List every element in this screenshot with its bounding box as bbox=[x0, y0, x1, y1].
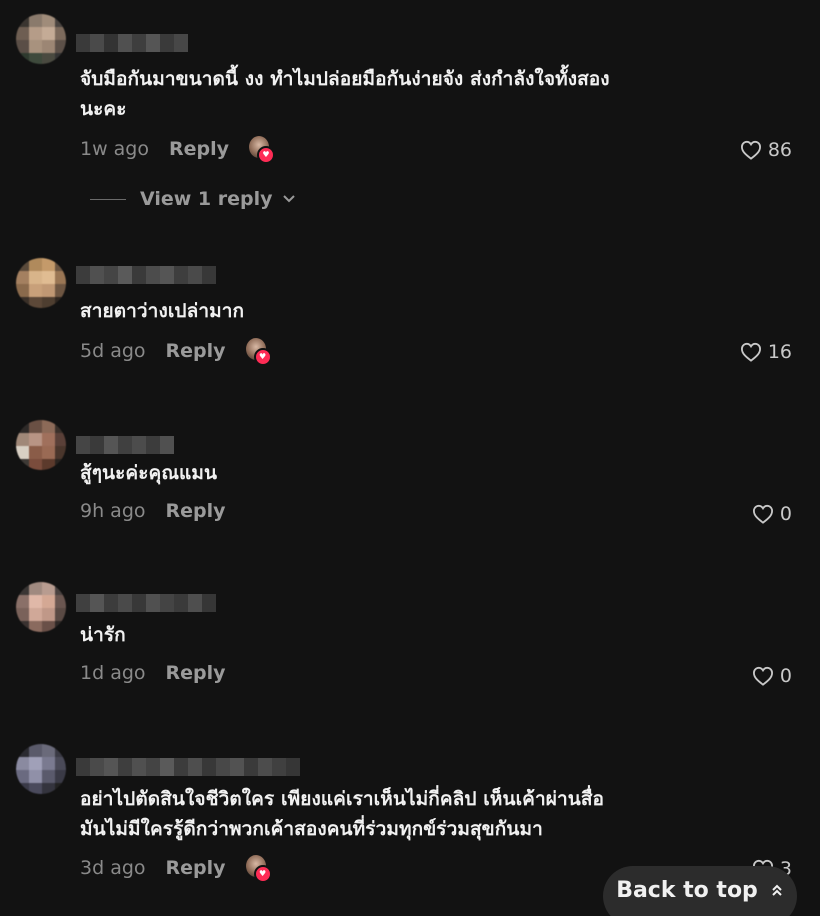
comment-time: 5d ago bbox=[80, 340, 146, 362]
avatar[interactable] bbox=[16, 420, 66, 470]
creator-liked-badge: ♥ bbox=[244, 855, 272, 883]
heart-outline-icon bbox=[740, 342, 761, 362]
username-redacted[interactable] bbox=[76, 34, 188, 52]
username-redacted[interactable] bbox=[76, 266, 216, 284]
username-redacted[interactable] bbox=[76, 594, 216, 612]
avatar[interactable] bbox=[16, 744, 66, 794]
like-count: 86 bbox=[767, 139, 792, 161]
reply-button[interactable]: Reply bbox=[166, 662, 226, 684]
comment-time: 9h ago bbox=[80, 500, 146, 522]
like-button[interactable]: 0 bbox=[752, 503, 792, 525]
avatar[interactable] bbox=[16, 258, 66, 308]
like-count: 0 bbox=[779, 665, 792, 687]
heart-filled-icon: ♥ bbox=[253, 865, 272, 883]
username-redacted[interactable] bbox=[76, 436, 174, 454]
heart-outline-icon bbox=[740, 140, 761, 160]
comment-meta: 3d ago Reply ♥ bbox=[80, 855, 272, 883]
heart-outline-icon bbox=[752, 666, 773, 686]
comment-meta: 1w ago Reply ♥ bbox=[80, 136, 276, 164]
like-count: 16 bbox=[767, 341, 792, 363]
double-chevron-up-icon bbox=[772, 884, 782, 896]
creator-liked-badge: ♥ bbox=[247, 136, 276, 164]
reply-button[interactable]: Reply bbox=[169, 138, 229, 160]
comment-text: สายตาว่างเปล่ามาก bbox=[80, 300, 245, 322]
back-to-top-button[interactable]: Back to top bbox=[603, 866, 797, 916]
comments-panel: จับมือกันมาขนาดนี้ งง ทำไมปล่อยมือกันง่า… bbox=[0, 0, 820, 916]
creator-liked-badge: ♥ bbox=[244, 338, 272, 366]
chevron-down-icon bbox=[282, 195, 295, 203]
comment-meta: 1d ago Reply bbox=[80, 662, 226, 684]
heart-outline-icon bbox=[752, 504, 773, 524]
comment-time: 1w ago bbox=[80, 138, 149, 160]
comment-text: อย่าไปตัดสินใจชีวิตใคร เพียงแค่เราเห็นไม… bbox=[80, 788, 605, 840]
heart-filled-icon: ♥ bbox=[257, 146, 276, 164]
reply-button[interactable]: Reply bbox=[166, 340, 226, 362]
avatar[interactable] bbox=[16, 14, 66, 64]
like-button[interactable]: 0 bbox=[752, 665, 792, 687]
heart-filled-icon: ♥ bbox=[253, 348, 272, 366]
like-button[interactable]: 16 bbox=[740, 341, 792, 363]
comment-meta: 9h ago Reply bbox=[80, 500, 226, 522]
view-replies-label: View 1 reply bbox=[140, 188, 273, 210]
divider-line bbox=[90, 198, 126, 200]
avatar[interactable] bbox=[16, 582, 66, 632]
like-count: 0 bbox=[779, 503, 792, 525]
reply-button[interactable]: Reply bbox=[166, 857, 226, 879]
view-replies-button[interactable]: View 1 reply bbox=[90, 188, 297, 210]
comment-time: 3d ago bbox=[80, 857, 146, 879]
comment-text: สู้ๆนะค่ะคุณแมน bbox=[80, 462, 218, 484]
reply-button[interactable]: Reply bbox=[166, 500, 226, 522]
back-to-top-label: Back to top bbox=[616, 877, 758, 903]
username-redacted[interactable] bbox=[76, 758, 300, 776]
comment-time: 1d ago bbox=[80, 662, 146, 684]
comment-meta: 5d ago Reply ♥ bbox=[80, 338, 272, 366]
like-button[interactable]: 86 bbox=[740, 139, 792, 161]
comment-text: น่ารัก bbox=[80, 624, 126, 646]
comment-text: จับมือกันมาขนาดนี้ งง ทำไมปล่อยมือกันง่า… bbox=[80, 68, 610, 120]
